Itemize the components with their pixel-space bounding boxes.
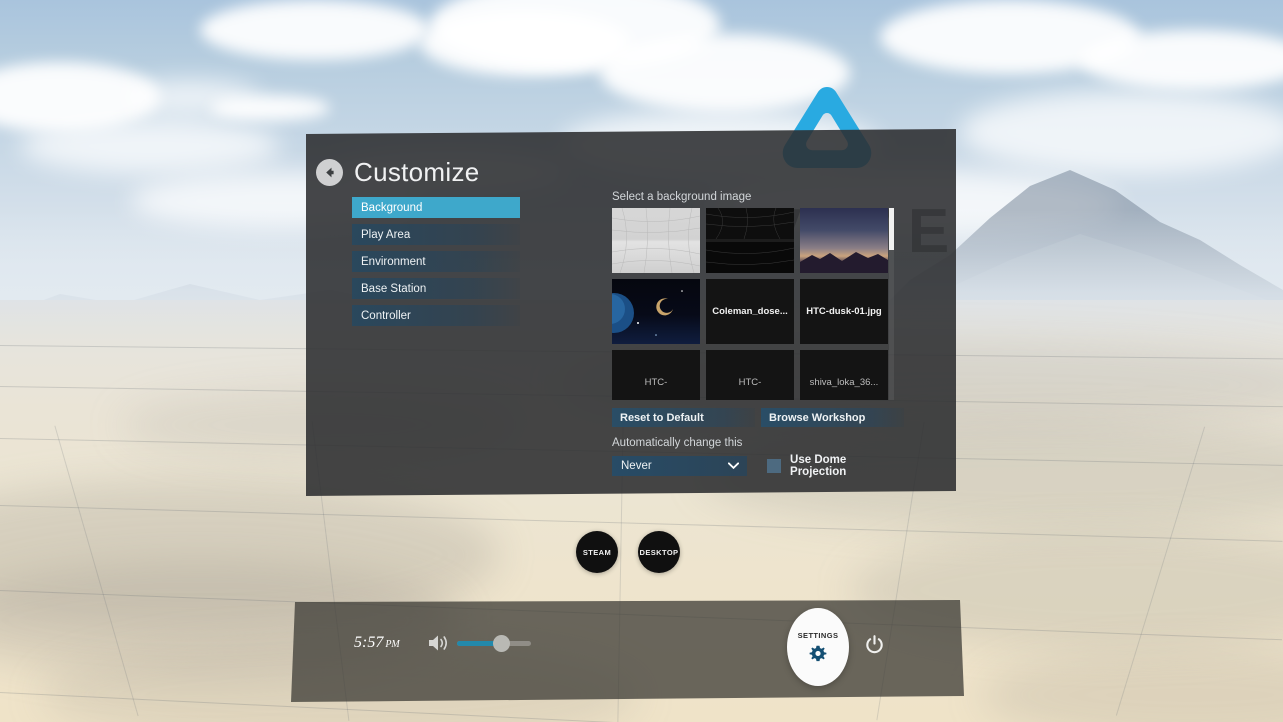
thumbnail-item-selected[interactable]: HTC- [706,350,794,400]
chevron-down-icon [728,462,740,470]
cloud [210,95,330,121]
panel-header: Customize [316,157,480,188]
clock: 5:57 PM [354,634,400,652]
sidebar-item-background[interactable]: Background [352,197,520,218]
dome-projection-toggle[interactable]: Use Dome Projection [767,454,904,478]
thumbnail-item[interactable]: Coleman_dose... [706,279,794,344]
clock-ampm: PM [385,639,400,650]
sidebar-item-environment[interactable]: Environment [352,251,520,272]
thumbnail-caption: HTC- [644,376,668,388]
page-title: Customize [354,157,480,187]
dashboard-bar: 5:57 PM SETTINGS [291,600,964,702]
planet-moon-icon [612,290,683,336]
steam-orb[interactable]: STEAM [576,531,618,573]
dome-projection-checkbox[interactable] [767,459,782,473]
clock-time: 5:57 [354,634,384,651]
desktop-orb[interactable]: DESKTOP [638,531,680,573]
cloud [200,0,430,60]
sidebar-item-label: Play Area [361,228,411,241]
cloud [20,118,280,174]
thumbnail-item[interactable]: HTC- [612,350,700,400]
desktop-orb-label: DESKTOP [639,547,679,557]
thumbnail-scrollbar[interactable] [889,208,894,400]
steam-orb-label: STEAM [582,547,612,557]
volume-icon[interactable] [428,634,449,652]
gear-icon [809,645,827,662]
volume-slider[interactable] [457,635,531,652]
grid-overlay-icon [706,208,794,265]
sidebar-item-label: Background [361,201,423,214]
power-button[interactable] [865,635,884,655]
scrollbar-thumb[interactable] [889,208,894,250]
auto-change-select[interactable]: Never [612,456,748,476]
settings-button[interactable]: SETTINGS [787,608,849,686]
thumbnail-art-placeholder [800,350,888,400]
back-button[interactable] [316,159,343,186]
thumbnail-item[interactable] [706,208,794,273]
back-arrow-icon [326,167,334,178]
thumbnail-art-placeholder [706,350,794,400]
browse-workshop-button[interactable]: Browse Workshop [761,408,904,427]
auto-change-value: Never [621,460,652,472]
thumbnail-art-placeholder [612,350,700,400]
auto-change-label: Automatically change this [612,437,743,449]
customize-menu: Background Play Area Environment Base St… [352,197,520,332]
sidebar-item-base-station[interactable]: Base Station [352,278,520,299]
thumbnail-caption: HTC-dusk-01.jpg [806,305,882,317]
reset-button-label: Reset to Default [620,411,704,424]
thumbnail-caption: Coleman_dose... [712,305,788,317]
customize-panel: Customize Background Play Area Environme… [306,129,956,496]
settings-button-label: SETTINGS [797,631,839,640]
background-settings-pane: Select a background image Coleman_dose..… [612,191,904,478]
dome-projection-label: Use Dome Projection [790,454,847,478]
sidebar-item-label: Base Station [361,282,427,295]
auto-change-controls: Never Use Dome Projection [612,454,904,478]
thumbnail-caption: HTC- [738,376,762,388]
background-thumbnail-viewport: Coleman_dose... HTC-dusk-01.jpg HTC- HTC… [612,208,894,400]
thumbnail-item[interactable] [612,208,700,273]
browse-button-label: Browse Workshop [769,411,866,424]
thumbnail-item[interactable]: shiva_loka_36... [800,350,888,400]
action-button-row: Reset to Default Browse Workshop [612,408,904,427]
sidebar-item-label: Controller [361,309,411,322]
mountain-silhouette-icon [800,252,888,273]
sidebar-item-controller[interactable]: Controller [352,305,520,326]
vr-screenshot-root: VIVE Customize Background Play Area Envi… [0,0,1283,722]
background-thumbnail-grid: Coleman_dose... HTC-dusk-01.jpg HTC- HTC… [612,208,894,400]
sidebar-item-play-area[interactable]: Play Area [352,224,520,245]
volume-slider-handle[interactable] [493,635,511,652]
thumbnail-caption: shiva_loka_36... [809,376,879,388]
thumbnail-item[interactable] [800,208,888,273]
section-label: Select a background image [612,191,752,203]
reset-to-default-button[interactable]: Reset to Default [612,408,755,427]
sidebar-item-label: Environment [361,255,426,268]
thumbnail-item[interactable]: HTC-dusk-01.jpg [800,279,888,344]
thumbnail-item[interactable] [612,279,700,344]
grid-overlay-icon [612,208,700,273]
